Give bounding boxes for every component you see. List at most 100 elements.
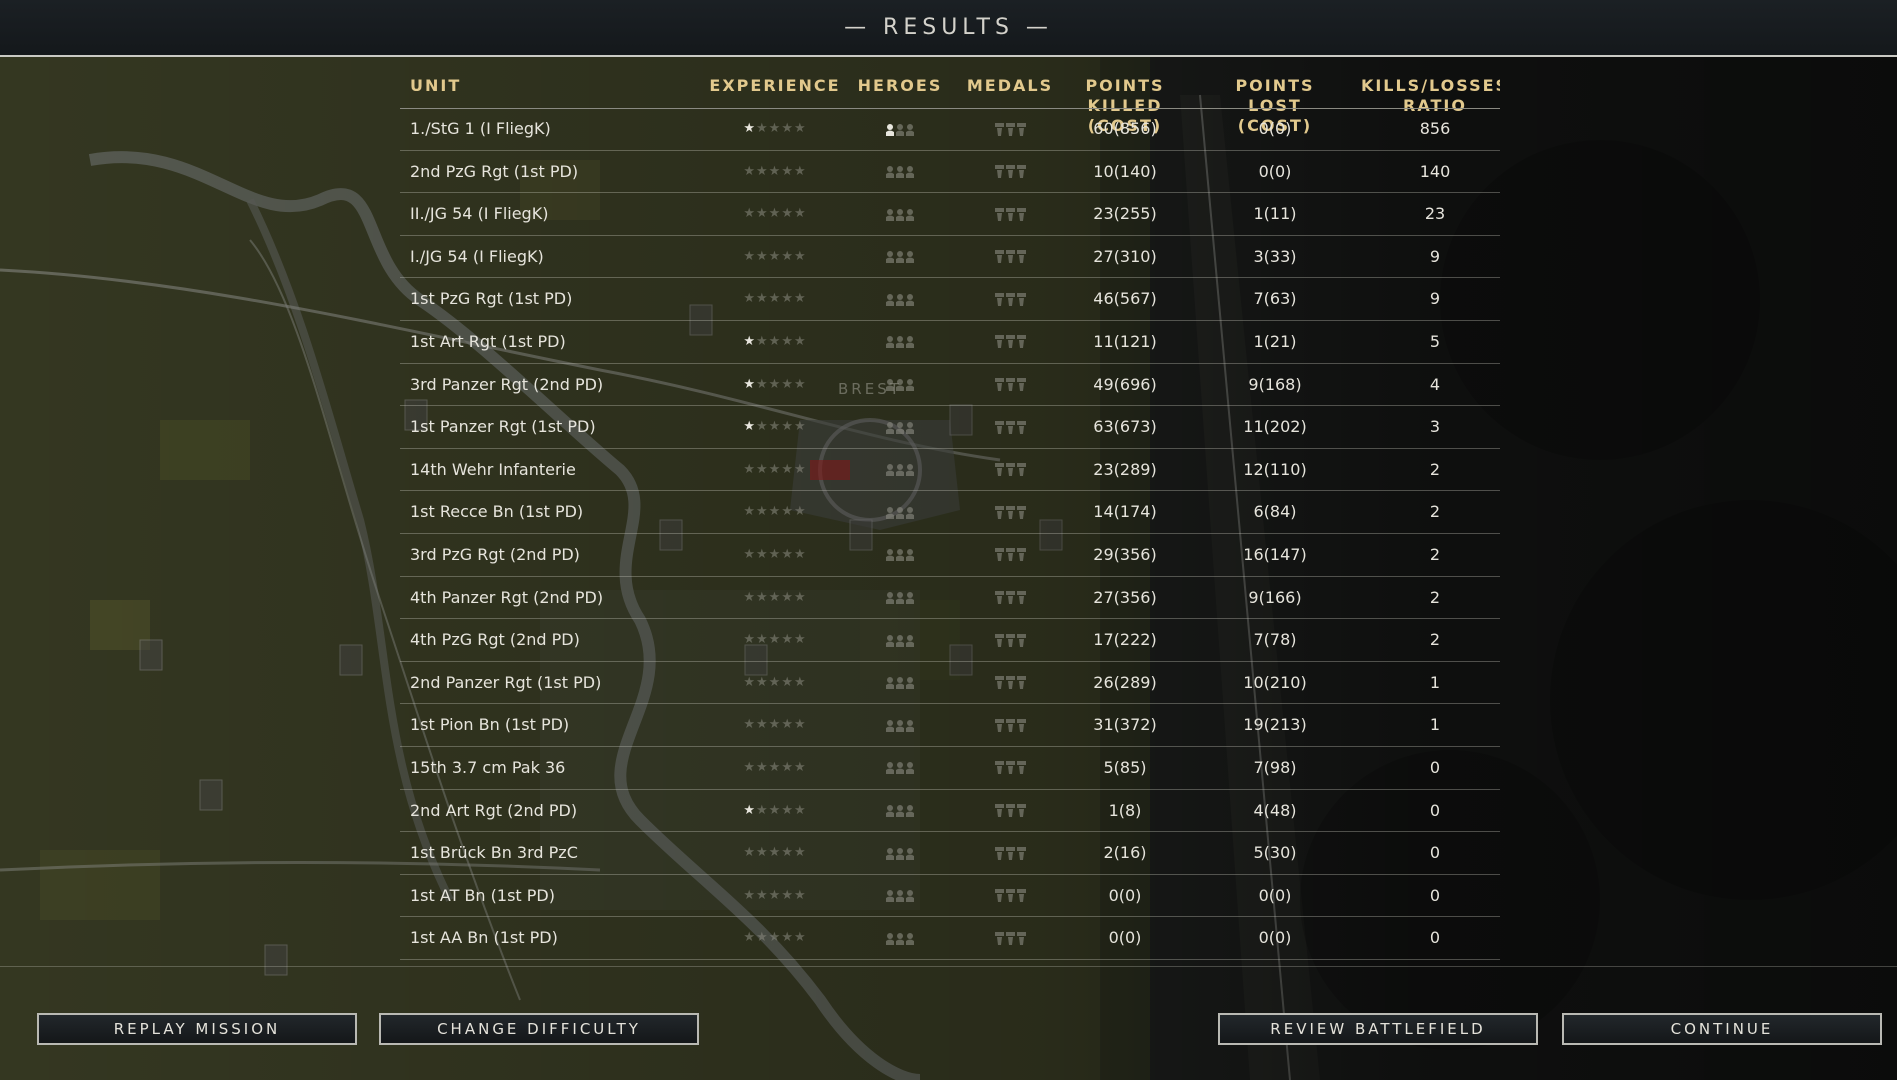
table-row[interactable]: 1st PzG Rgt (1st PD) ★★★★★ 46(567) 7(63) 9 [400, 278, 1500, 321]
kills-losses-ratio: 2 [1429, 587, 1441, 607]
hero-icon [886, 634, 894, 647]
hero-icon [886, 336, 894, 349]
hero-icon [896, 890, 904, 903]
kills-losses-ratio: 23 [1424, 204, 1446, 224]
points-lost: 3(33) [1253, 246, 1297, 266]
star-icon: ★ [743, 248, 757, 264]
table-row[interactable]: 1st AA Bn (1st PD) ★★★★★ 0(0) 0(0) 0 [400, 917, 1500, 960]
heroes-slots [870, 236, 930, 278]
table-row[interactable]: 4th Panzer Rgt (2nd PD) ★★★★★ 27(356) 9(166… [400, 577, 1500, 620]
star-icon: ★ [793, 674, 807, 690]
medal-icon [994, 548, 1004, 562]
points-killed: 31(372) [1093, 715, 1157, 735]
star-icon: ★ [756, 845, 769, 861]
experience-stars: ★★★★★ [735, 832, 815, 874]
continue-button[interactable]: CONTINUE [1562, 1013, 1882, 1045]
table-row[interactable]: 14th Wehr Infanterie ★★★★★ 23(289) 12(110) 2 [400, 449, 1500, 492]
col-medals-label: MEDALS [966, 76, 1054, 95]
table-row[interactable]: 1st Panzer Rgt (1st PD) ★★★★★ 63(673) 11(20… [400, 406, 1500, 449]
star-icon: ★ [768, 802, 782, 818]
kills-losses-ratio: 5 [1429, 331, 1441, 351]
star-icon: ★ [743, 632, 757, 648]
star-icon: ★ [781, 461, 794, 477]
medal-icon [1005, 165, 1015, 179]
star-icon: ★ [768, 206, 782, 222]
points-lost: 0(0) [1258, 928, 1292, 948]
medals-slots [980, 917, 1040, 959]
unit-name: 1st Brück Bn 3rd PzC [410, 843, 578, 863]
hero-icon [896, 208, 904, 221]
table-body: 1./StG 1 (I FliegK) ★★★★★ 60(856) 0(0) 856 2n… [400, 108, 1500, 966]
table-row[interactable]: I./JG 54 (I FliegK) ★★★★★ 27(310) 3(33) 9 [400, 236, 1500, 279]
unit-name: 4th PzG Rgt (2nd PD) [410, 630, 580, 650]
table-row[interactable]: 2nd Panzer Rgt (1st PD) ★★★★★ 26(289) 10(21… [400, 662, 1500, 705]
experience-stars: ★★★★★ [735, 236, 815, 278]
star-icon: ★ [756, 930, 769, 946]
star-icon: ★ [781, 632, 794, 648]
hero-icon [896, 464, 904, 477]
star-icon: ★ [793, 376, 807, 392]
hero-icon [886, 464, 894, 477]
hero-icon [896, 847, 904, 860]
hero-icon [906, 336, 914, 349]
medal-icon [994, 889, 1004, 903]
points-killed: 0(0) [1108, 928, 1142, 948]
medal-icon [1016, 207, 1026, 221]
star-icon: ★ [781, 887, 794, 903]
table-row[interactable]: 3rd PzG Rgt (2nd PD) ★★★★★ 29(356) 16(147) 2 [400, 534, 1500, 577]
star-icon: ★ [768, 546, 782, 562]
table-row[interactable]: 1st Pion Bn (1st PD) ★★★★★ 31(372) 19(213) 1 [400, 704, 1500, 747]
star-icon: ★ [781, 546, 794, 562]
experience-stars: ★★★★★ [735, 449, 815, 491]
medals-slots [980, 790, 1040, 832]
experience-stars: ★★★★★ [735, 364, 815, 406]
points-lost: 7(78) [1253, 630, 1297, 650]
medals-slots [980, 236, 1040, 278]
heroes-slots [870, 704, 930, 746]
star-icon: ★ [781, 845, 794, 861]
table-row[interactable]: 1st Brück Bn 3rd PzC ★★★★★ 2(16) 5(30) 0 [400, 832, 1500, 875]
review-battlefield-button[interactable]: REVIEW BATTLEFIELD [1218, 1013, 1538, 1045]
heroes-slots [870, 491, 930, 533]
page-title: — RESULTS — [844, 15, 1053, 40]
star-icon: ★ [768, 121, 782, 136]
table-row[interactable]: 1st Recce Bn (1st PD) ★★★★★ 14(174) 6(84) 2 [400, 491, 1500, 534]
medal-icon [1016, 804, 1026, 817]
star-icon: ★ [793, 419, 807, 435]
star-icon: ★ [781, 930, 794, 946]
table-row[interactable]: 4th PzG Rgt (2nd PD) ★★★★★ 17(222) 7(78) 2 [400, 619, 1500, 662]
table-row[interactable]: 3rd Panzer Rgt (2nd PD) ★★★★★ 49(696) 9(168… [400, 364, 1500, 407]
star-icon: ★ [768, 845, 782, 861]
kills-losses-ratio: 4 [1429, 374, 1441, 394]
table-row[interactable]: 1./StG 1 (I FliegK) ★★★★★ 60(856) 0(0) 856 [400, 108, 1500, 151]
kills-losses-ratio: 9 [1429, 289, 1441, 309]
star-icon: ★ [781, 717, 794, 733]
replay-mission-button[interactable]: REPLAY MISSION [37, 1013, 357, 1045]
unit-name: 1st Pion Bn (1st PD) [410, 715, 570, 735]
star-icon: ★ [768, 333, 782, 349]
points-killed: 63(673) [1093, 417, 1157, 437]
heroes-slots [870, 534, 930, 576]
star-icon: ★ [743, 845, 757, 861]
table-row[interactable]: II./JG 54 (I FliegK) ★★★★★ 23(255) 1(11) 23 [400, 193, 1500, 236]
results-table[interactable]: UNIT EXPERIENCE HEROES MEDALS POINTS KIL… [400, 56, 1500, 966]
col-unit-label: UNIT [410, 76, 462, 95]
medal-icon [1005, 931, 1015, 945]
table-row[interactable]: 15th 3.7 cm Pak 36 ★★★★★ 5(85) 7(98) 0 [400, 747, 1500, 790]
heroes-slots [870, 790, 930, 832]
table-row[interactable]: 1st AT Bn (1st PD) ★★★★★ 0(0) 0(0) 0 [400, 875, 1500, 918]
star-icon: ★ [743, 802, 757, 818]
medals-slots [980, 491, 1040, 533]
table-row[interactable]: 2nd Art Rgt (2nd PD) ★★★★★ 1(8) 4(48) 0 [400, 790, 1500, 833]
star-icon: ★ [768, 376, 782, 392]
col-experience: EXPERIENCE [705, 76, 845, 96]
table-row[interactable]: 2nd PzG Rgt (1st PD) ★★★★★ 10(140) 0(0) 140 [400, 151, 1500, 194]
experience-stars: ★★★★★ [735, 534, 815, 576]
star-icon: ★ [768, 291, 782, 307]
medal-icon [1016, 548, 1026, 562]
table-row[interactable]: 1st Art Rgt (1st PD) ★★★★★ 11(121) 1(21) 5 [400, 321, 1500, 364]
points-lost: 1(11) [1253, 204, 1297, 224]
star-icon: ★ [768, 930, 782, 946]
change-difficulty-button[interactable]: CHANGE DIFFICULTY [379, 1013, 699, 1045]
points-lost: 10(210) [1243, 672, 1307, 692]
